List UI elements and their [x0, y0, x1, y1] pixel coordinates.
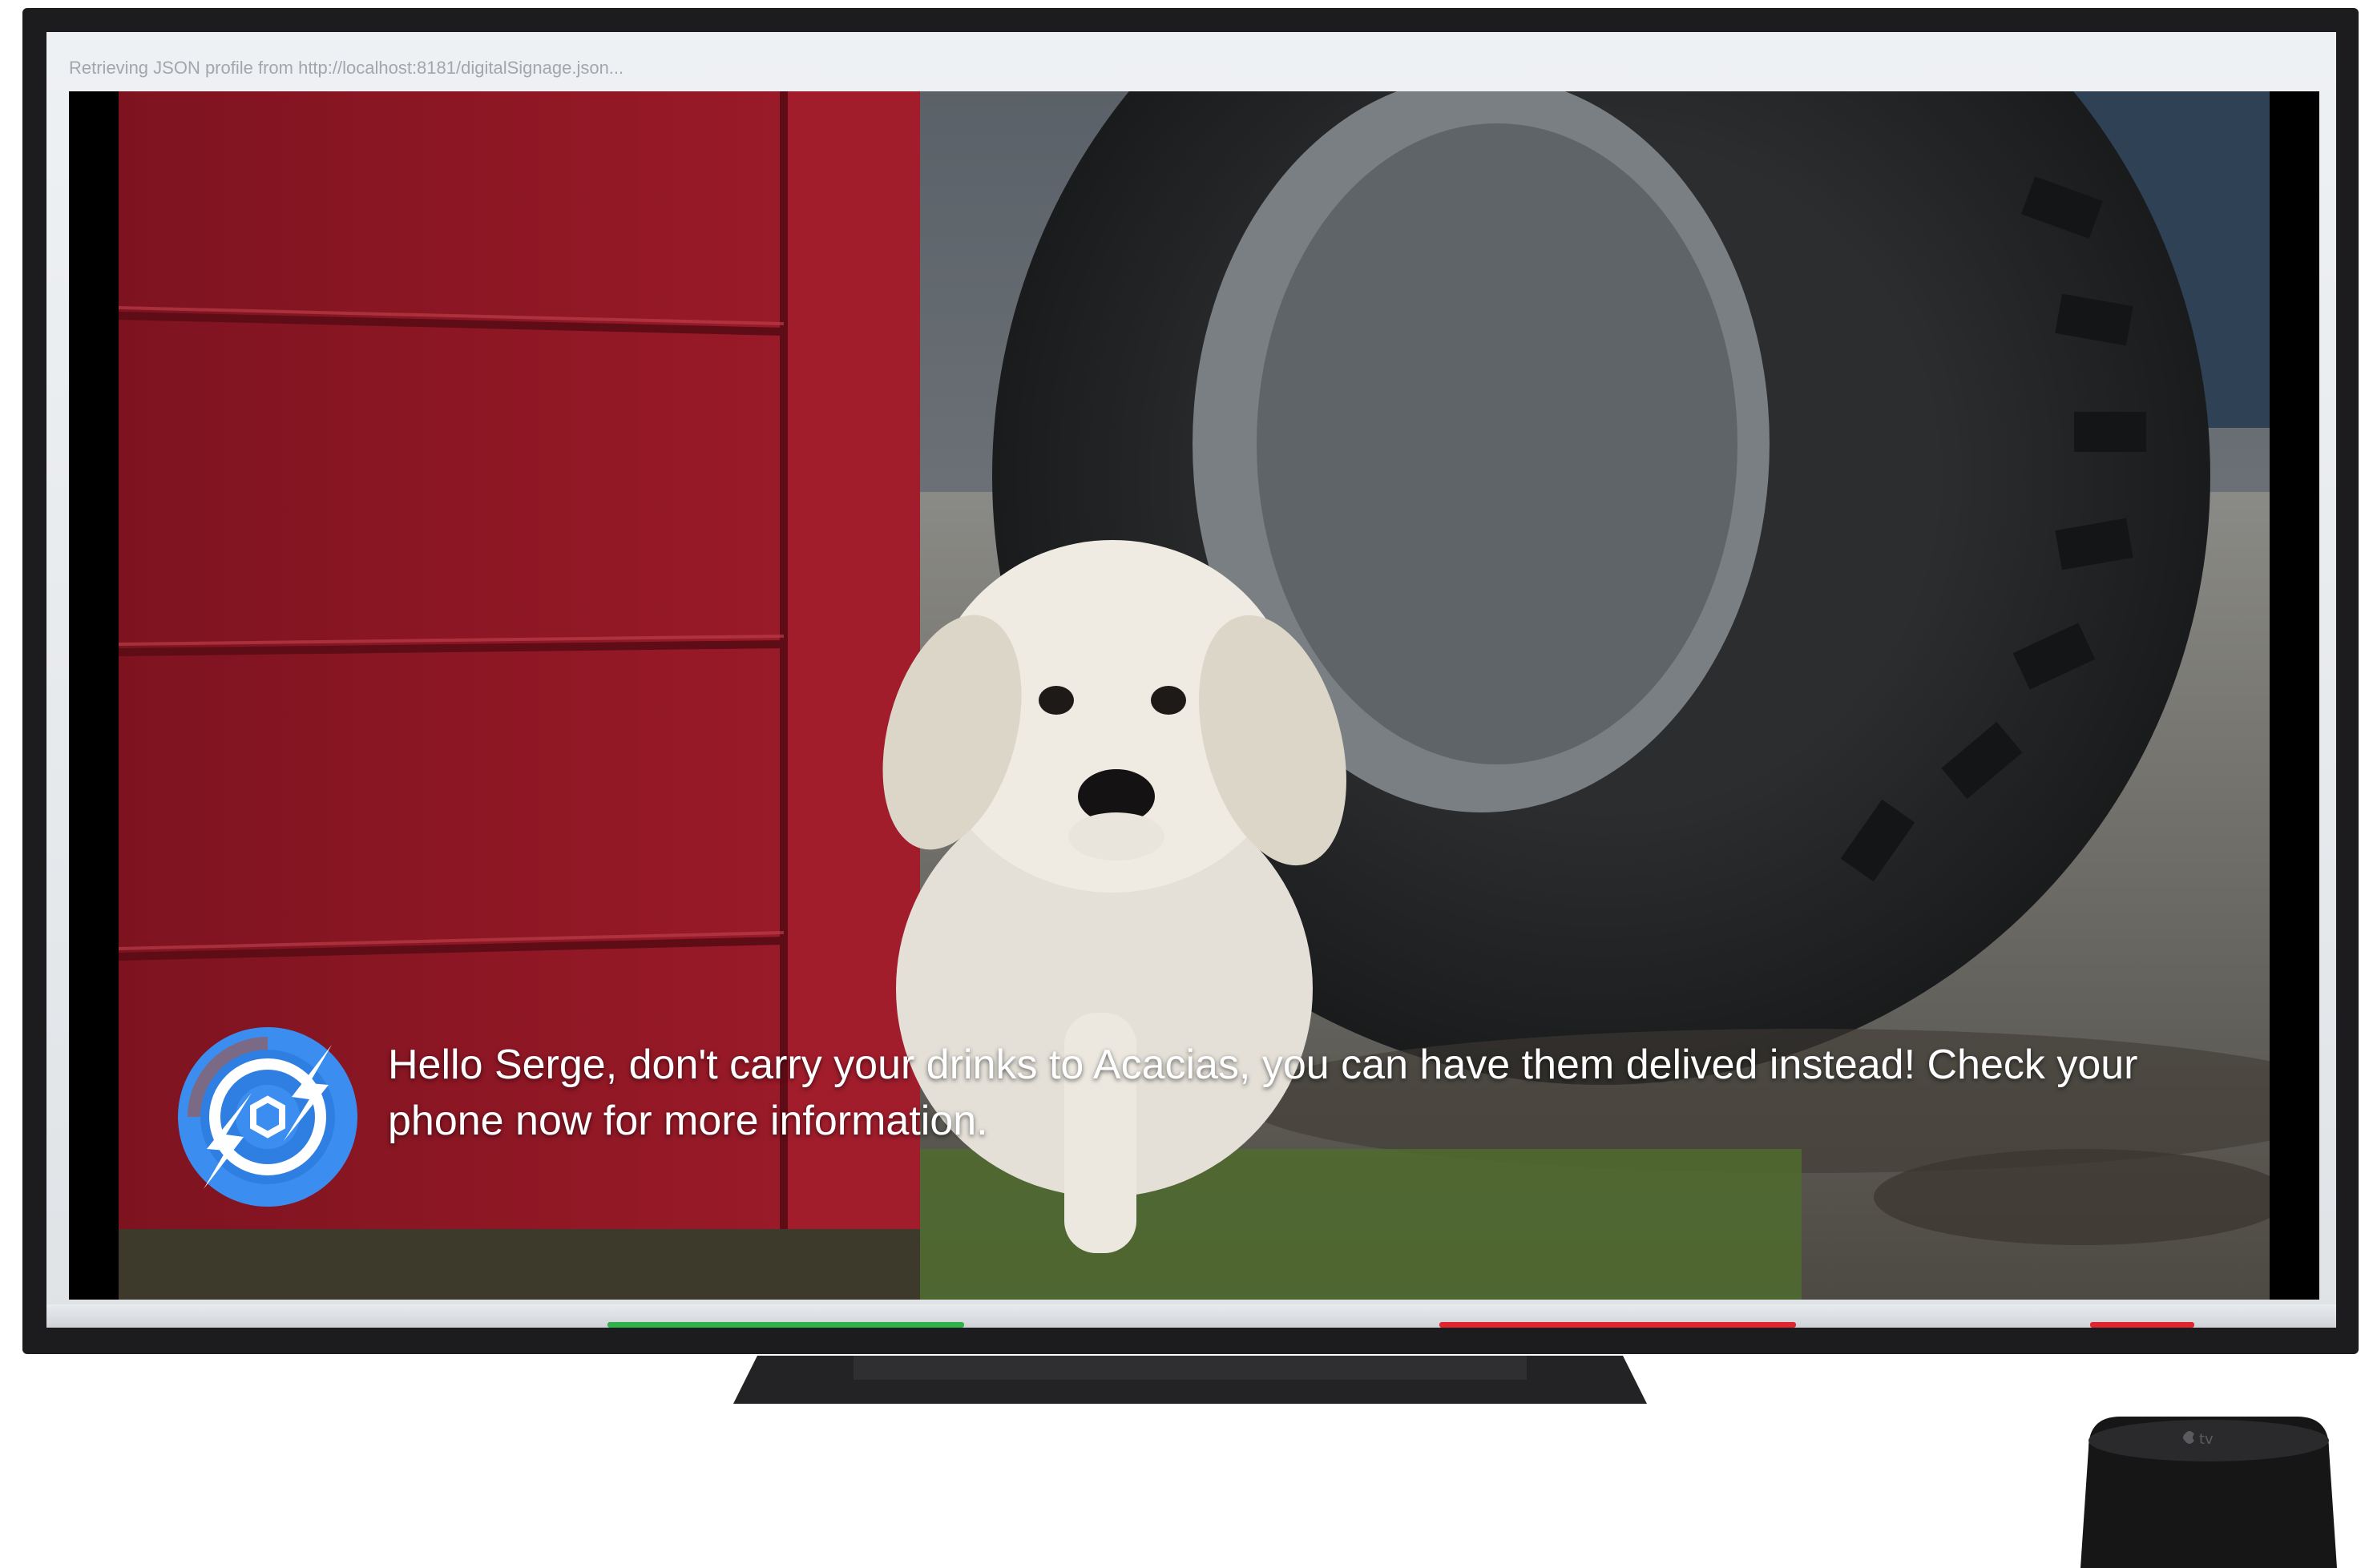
screen-bottom-bar: [46, 1304, 2336, 1328]
tv-screen: Retrieving JSON profile from http://loca…: [46, 32, 2336, 1328]
video-player[interactable]: Hello Serge, don't carry your drinks to …: [69, 91, 2319, 1300]
svg-text:tv: tv: [2199, 1431, 2214, 1448]
lightning-circle-logo-icon: [172, 1021, 364, 1213]
red-strip: [1439, 1322, 1796, 1328]
notification-message: Hello Serge, don't carry your drinks to …: [388, 1042, 2138, 1144]
promo-notification: Hello Serge, don't carry your drinks to …: [172, 1021, 2223, 1221]
green-strip: [607, 1322, 964, 1328]
tv-stand: [733, 1356, 1647, 1404]
apple-tv-device: tv: [2064, 1417, 2353, 1568]
status-text: Retrieving JSON profile from http://loca…: [69, 58, 624, 78]
red-strip-small: [2090, 1322, 2194, 1328]
